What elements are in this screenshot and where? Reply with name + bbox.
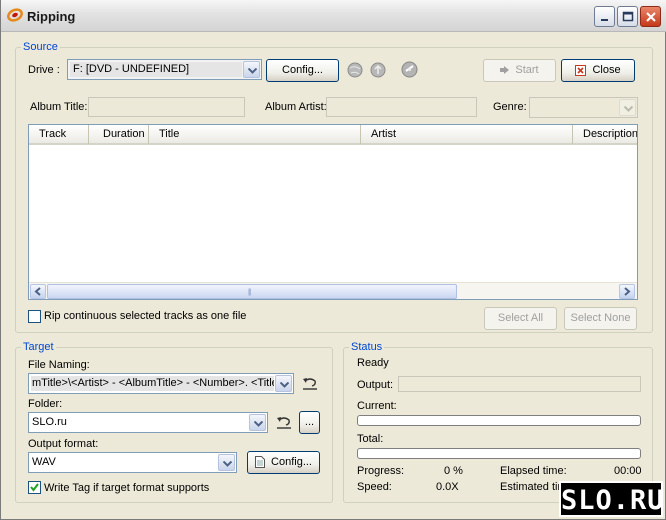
drive-label: Drive : xyxy=(28,64,60,76)
globe-icon[interactable] xyxy=(347,62,363,78)
output-format-select[interactable]: WAV xyxy=(28,452,237,473)
status-legend: Status xyxy=(351,341,383,353)
genre-dropdown-arrow[interactable] xyxy=(619,99,636,116)
maximize-button[interactable] xyxy=(617,6,638,27)
select-all-button[interactable]: Select All xyxy=(484,307,557,330)
reset-naming-icon[interactable] xyxy=(301,376,319,390)
column-header-title[interactable]: Title xyxy=(149,125,361,144)
start-button[interactable]: Start xyxy=(483,59,556,82)
grip-icon: ||| xyxy=(248,289,252,296)
drive-select-value: F: [DVD - UNDEFINED] xyxy=(70,62,242,77)
rip-continuous-checkbox[interactable] xyxy=(28,310,41,323)
ripping-window: Ripping Source Drive : F: [DVD - UNDEFIN… xyxy=(0,0,666,520)
album-artist-input[interactable] xyxy=(326,97,477,117)
minimize-button[interactable] xyxy=(594,6,615,27)
minimize-icon xyxy=(601,19,608,21)
chevron-down-icon xyxy=(223,461,232,467)
estimated-label: Estimated tim xyxy=(500,481,567,493)
write-tag-label: Write Tag if target format supports xyxy=(44,482,210,494)
checkmark-icon xyxy=(30,483,39,492)
app-logo-icon xyxy=(7,8,23,22)
output-label: Output: xyxy=(357,379,394,391)
globe-upload-icon[interactable] xyxy=(369,62,387,78)
current-progress-bar xyxy=(357,415,641,426)
chevron-down-icon xyxy=(248,68,257,74)
window-title: Ripping xyxy=(27,9,76,24)
scroll-thumb[interactable]: ||| xyxy=(47,284,457,299)
progress-label: Progress: xyxy=(357,465,405,477)
column-header-duration[interactable]: Duration xyxy=(89,125,149,144)
total-progress-bar xyxy=(357,448,641,459)
output-format-label: Output format: xyxy=(28,438,99,450)
album-title-input[interactable] xyxy=(88,97,245,117)
drive-dropdown-arrow[interactable] xyxy=(243,61,260,78)
folder-select[interactable]: SLO.ru xyxy=(28,412,268,433)
chevron-left-icon xyxy=(34,287,41,296)
total-label: Total: xyxy=(357,433,384,445)
elapsed-value: 00:00 xyxy=(614,465,642,477)
source-legend: Source xyxy=(23,41,58,53)
file-naming-select[interactable]: mTitle>\<Artist> - <AlbumTitle> - <Numbe… xyxy=(28,373,294,394)
album-artist-label: Album Artist: xyxy=(265,101,327,113)
browse-folder-button[interactable]: ... xyxy=(299,411,320,434)
elapsed-label: Elapsed time: xyxy=(500,465,567,477)
output-field xyxy=(398,376,641,392)
current-label: Current: xyxy=(357,400,397,412)
scroll-right-button[interactable] xyxy=(619,284,635,299)
chevron-down-icon xyxy=(624,106,633,112)
maximize-icon xyxy=(622,11,634,22)
scroll-left-button[interactable] xyxy=(30,284,46,299)
format-config-button[interactable]: Config... xyxy=(247,451,320,474)
drive-config-button[interactable]: Config... xyxy=(266,59,339,82)
track-list-header: Track Duration Title Artist Description xyxy=(29,125,637,145)
watermark-logo: SLO.RU xyxy=(559,481,664,517)
close-window-button[interactable] xyxy=(640,6,661,27)
folder-label: Folder: xyxy=(28,398,63,410)
column-header-track[interactable]: Track xyxy=(29,125,89,144)
genre-select[interactable] xyxy=(529,97,638,118)
output-format-value: WAV xyxy=(32,456,56,468)
column-header-description[interactable]: Description xyxy=(573,125,637,144)
file-naming-value: mTitle>\<Artist> - <AlbumTitle> - <Numbe… xyxy=(31,376,274,391)
folder-value: SLO.ru xyxy=(32,416,67,428)
album-title-label: Album Title: xyxy=(30,101,88,113)
status-state: Ready xyxy=(357,357,389,369)
title-bar: Ripping xyxy=(1,0,666,32)
drive-select[interactable]: F: [DVD - UNDEFINED] xyxy=(67,59,262,80)
folder-dropdown-arrow[interactable] xyxy=(249,414,266,431)
chevron-right-icon xyxy=(624,287,631,296)
progress-value: 0 % xyxy=(444,465,463,477)
close-button-label: Close xyxy=(592,64,621,76)
genre-label: Genre: xyxy=(493,101,527,113)
file-naming-dropdown-arrow[interactable] xyxy=(275,375,292,392)
close-button[interactable]: Close xyxy=(561,59,635,82)
start-button-label: Start xyxy=(515,64,539,76)
track-list[interactable]: Track Duration Title Artist Description … xyxy=(28,124,638,300)
select-none-button[interactable]: Select None xyxy=(564,307,637,330)
horizontal-scrollbar[interactable]: ||| xyxy=(29,282,637,299)
close-x-icon xyxy=(575,64,587,76)
output-format-dropdown-arrow[interactable] xyxy=(218,454,235,471)
target-legend: Target xyxy=(23,341,54,353)
column-header-artist[interactable]: Artist xyxy=(361,125,573,144)
format-config-label: Config... xyxy=(271,456,312,468)
rip-continuous-label: Rip continuous selected tracks as one fi… xyxy=(44,310,247,322)
close-icon xyxy=(646,12,656,22)
chevron-down-icon xyxy=(254,421,263,427)
speed-value: 0.0X xyxy=(436,481,459,493)
eject-disc-icon[interactable] xyxy=(401,61,418,78)
document-icon xyxy=(255,456,266,469)
file-naming-label: File Naming: xyxy=(28,359,90,371)
speed-label: Speed: xyxy=(357,481,392,493)
reset-folder-icon[interactable] xyxy=(275,415,293,429)
chevron-down-icon xyxy=(280,382,289,388)
write-tag-checkbox[interactable] xyxy=(28,481,41,494)
play-arrow-icon xyxy=(500,66,510,75)
